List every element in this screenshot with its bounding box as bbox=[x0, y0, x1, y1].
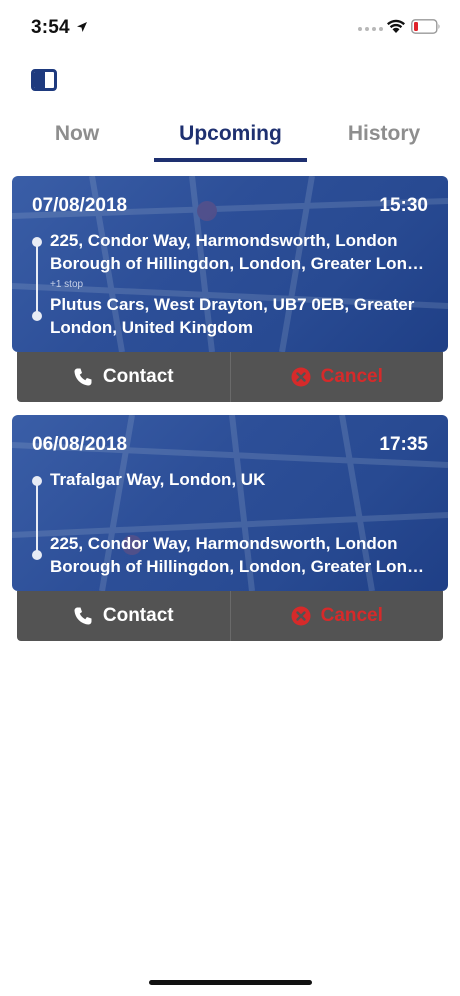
phone-icon bbox=[74, 368, 92, 386]
cancel-label: Cancel bbox=[320, 366, 383, 387]
ride-actions: Contact Cancel bbox=[17, 591, 443, 641]
ride-item: 07/08/2018 15:30 225, Condor Way, Harmon… bbox=[12, 176, 448, 404]
cancel-icon bbox=[291, 367, 311, 387]
dropoff-address: 225, Condor Way, Harmondsworth, London B… bbox=[50, 534, 424, 576]
phone-icon bbox=[74, 607, 92, 625]
pickup-dot bbox=[32, 476, 42, 486]
stops-label: +1 stop bbox=[50, 279, 84, 290]
route-line bbox=[36, 481, 38, 555]
status-bar: 3:54 bbox=[0, 0, 460, 56]
ride-time: 17:35 bbox=[379, 434, 428, 455]
contact-button[interactable]: Contact bbox=[17, 591, 231, 641]
cancel-button[interactable]: Cancel bbox=[231, 352, 444, 402]
cancel-icon bbox=[291, 606, 311, 626]
ride-tabs: Now Upcoming History bbox=[0, 112, 460, 164]
location-arrow-icon bbox=[77, 22, 87, 32]
route-line bbox=[36, 242, 38, 316]
pickup-address: Trafalgar Way, London, UK bbox=[50, 470, 266, 489]
ride-card[interactable]: 07/08/2018 15:30 225, Condor Way, Harmon… bbox=[12, 176, 448, 352]
tab-history[interactable]: History bbox=[339, 122, 429, 146]
tab-now[interactable]: Now bbox=[36, 122, 118, 146]
cancel-label: Cancel bbox=[320, 605, 383, 626]
tab-upcoming[interactable]: Upcoming bbox=[154, 122, 307, 146]
wifi-icon bbox=[387, 19, 405, 33]
ride-card[interactable]: 06/08/2018 17:35 Trafalgar Way, London, … bbox=[12, 415, 448, 591]
battery-icon bbox=[411, 19, 440, 34]
contact-label: Contact bbox=[102, 605, 174, 626]
ride-actions: Contact Cancel bbox=[17, 352, 443, 402]
ride-date: 07/08/2018 bbox=[32, 195, 128, 216]
active-tab-indicator bbox=[154, 158, 307, 162]
contact-button[interactable]: Contact bbox=[17, 352, 231, 402]
status-time: 3:54 bbox=[31, 17, 70, 38]
ride-item: 06/08/2018 17:35 Trafalgar Way, London, … bbox=[12, 415, 448, 643]
pickup-address: 225, Condor Way, Harmondsworth, London B… bbox=[50, 231, 424, 273]
cancel-button[interactable]: Cancel bbox=[231, 591, 444, 641]
ride-date: 06/08/2018 bbox=[32, 434, 128, 455]
home-indicator[interactable] bbox=[149, 980, 312, 985]
pickup-dot bbox=[32, 237, 42, 247]
ride-time: 15:30 bbox=[379, 195, 428, 216]
dropoff-dot bbox=[32, 311, 42, 321]
dropoff-address: Plutus Cars, West Drayton, UB7 0EB, Grea… bbox=[50, 295, 415, 337]
contact-label: Contact bbox=[102, 366, 174, 387]
cellular-signal-icon bbox=[358, 27, 383, 31]
dropoff-dot bbox=[32, 550, 42, 560]
sidebar-toggle-icon[interactable] bbox=[31, 69, 57, 91]
